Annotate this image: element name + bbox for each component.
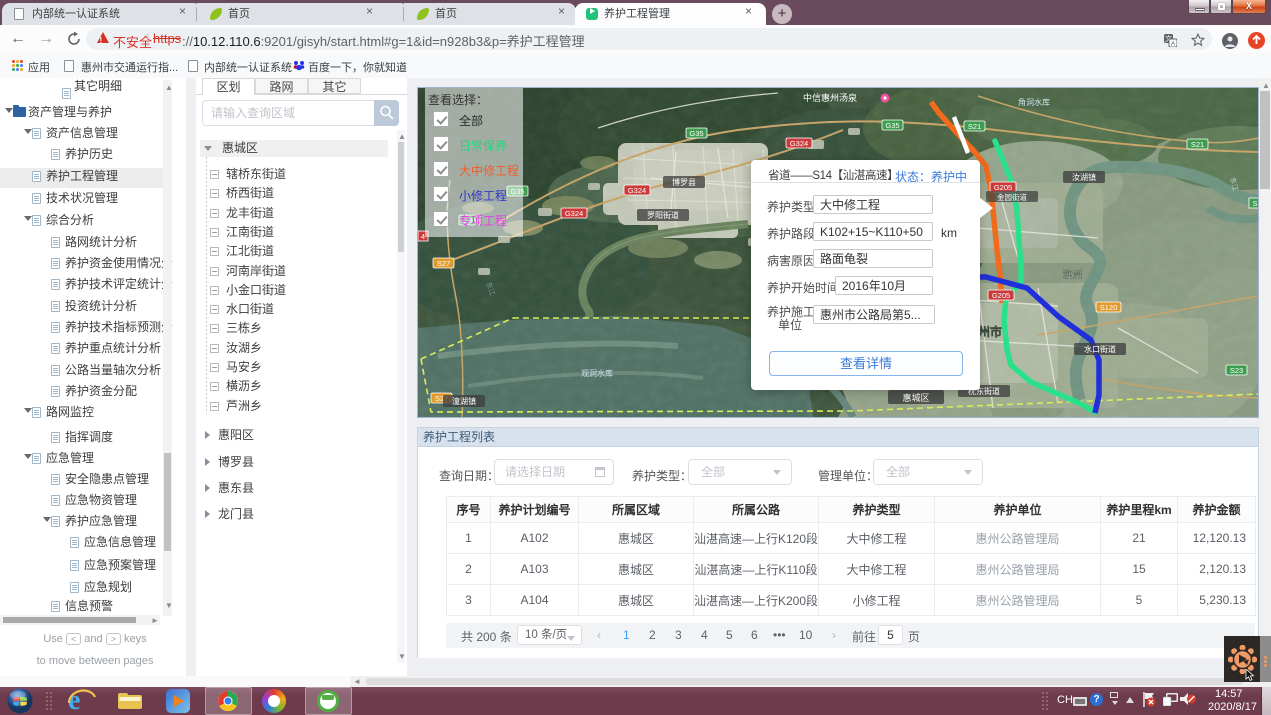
svg-text:潼湖镇: 潼湖镇: [452, 396, 476, 406]
svg-text:G35: G35: [885, 121, 899, 130]
svg-text:G324: G324: [565, 209, 583, 218]
svg-text:角洞水库: 角洞水库: [1018, 97, 1050, 107]
svg-text:G324: G324: [790, 139, 808, 148]
svg-text:独洲: 独洲: [1063, 269, 1082, 281]
svg-text:汝湖镇: 汝湖镇: [1072, 172, 1096, 182]
svg-text:S120: S120: [1100, 303, 1118, 312]
svg-text:G324: G324: [628, 186, 646, 195]
svg-text:S23: S23: [1230, 366, 1243, 375]
svg-text:罗阳街道: 罗阳街道: [647, 210, 679, 220]
svg-text:G205: G205: [994, 183, 1012, 192]
svg-text:惠城区: 惠城区: [902, 392, 929, 403]
svg-text:博罗县: 博罗县: [672, 177, 696, 187]
svg-text:S: S: [1252, 199, 1257, 208]
svg-text:S27: S27: [437, 259, 450, 268]
svg-text:观洞水库: 观洞水库: [581, 368, 613, 378]
svg-text:S21: S21: [1191, 140, 1204, 149]
svg-text:水口街道: 水口街道: [1084, 344, 1116, 354]
svg-text:中信惠州汤泉: 中信惠州汤泉: [803, 92, 857, 103]
svg-text:G35: G35: [689, 129, 703, 138]
svg-text:S21: S21: [968, 122, 981, 131]
svg-text:G205: G205: [992, 291, 1010, 300]
svg-text:A: A: [1171, 41, 1176, 48]
svg-text:金园街道: 金园街道: [997, 192, 1027, 202]
